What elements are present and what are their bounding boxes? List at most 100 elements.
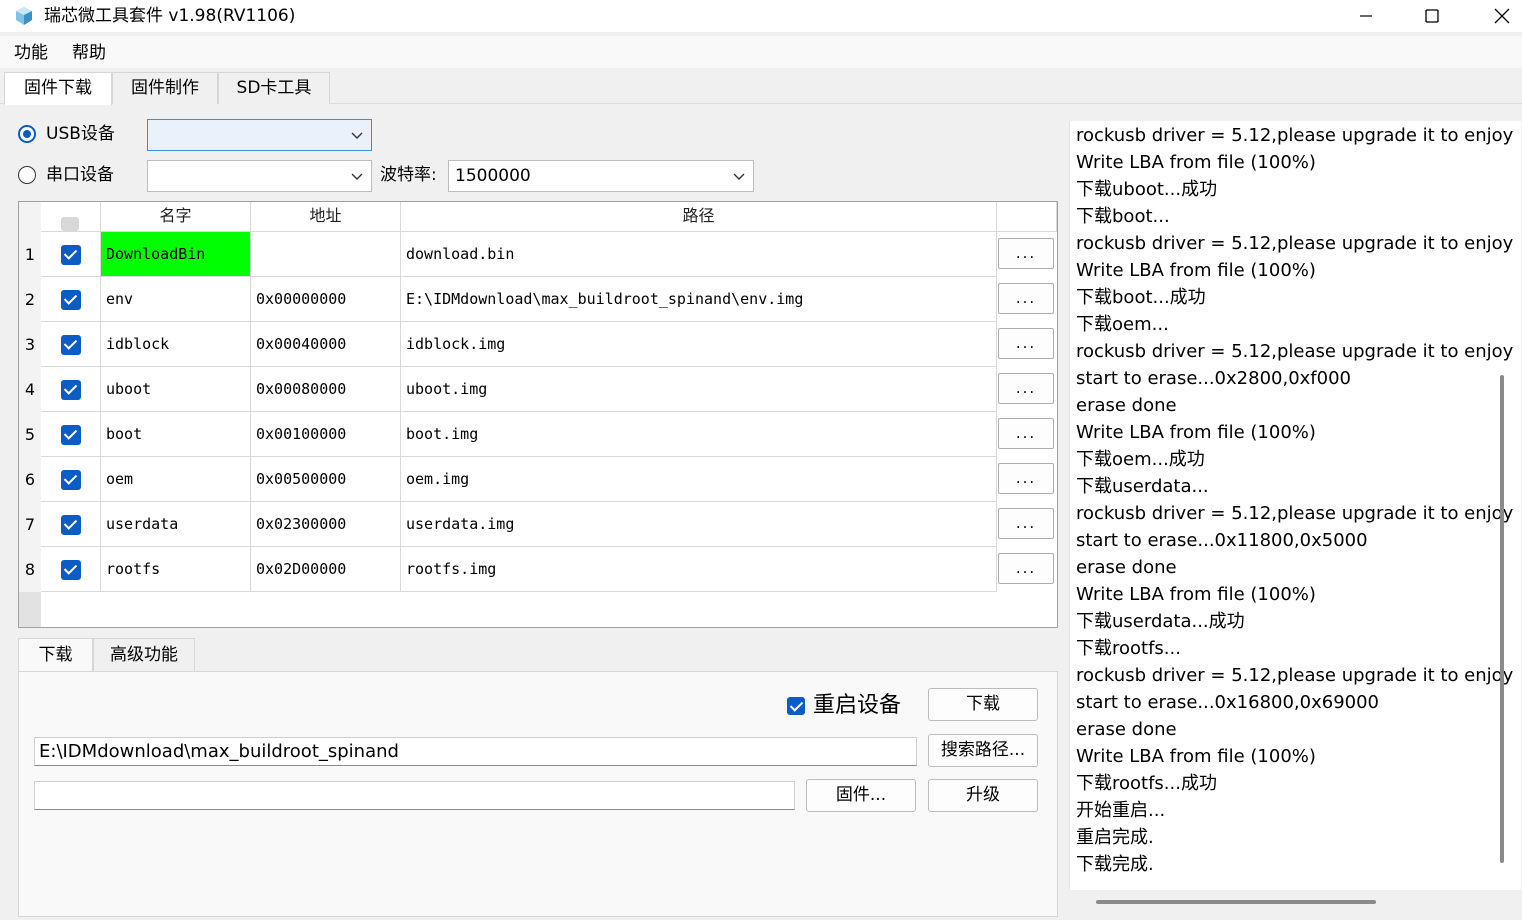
log-line: rockusb driver = 5.12,please upgrade it …: [1076, 665, 1514, 686]
log-line: rockusb driver = 5.12,please upgrade it …: [1076, 503, 1514, 524]
select-all-checkbox[interactable]: [61, 217, 79, 231]
maximize-icon: [1425, 9, 1439, 23]
path-cell[interactable]: rootfs.img: [401, 547, 997, 592]
address-cell[interactable]: [251, 232, 401, 277]
menu-function[interactable]: 功能: [14, 40, 48, 66]
log-line: erase done: [1076, 719, 1177, 740]
usb-device-select[interactable]: [147, 119, 372, 151]
reboot-label: 重启设备: [813, 693, 902, 718]
firmware-table: 名字 地址 路径 1 DownloadBin download.bin ... …: [18, 201, 1058, 628]
firmware-path-input[interactable]: E:\IDMdownload\max_buildroot_spinand: [34, 737, 917, 766]
browse-button[interactable]: ...: [998, 508, 1054, 539]
browse-button[interactable]: ...: [998, 418, 1054, 449]
log-line: start to erase...0x16800,0x69000: [1076, 692, 1380, 713]
browse-button[interactable]: ...: [998, 283, 1054, 314]
name-cell[interactable]: uboot: [101, 367, 251, 412]
browse-button[interactable]: ...: [998, 373, 1054, 404]
row-number: 5: [24, 425, 36, 444]
upgrade-button[interactable]: 升级: [928, 779, 1038, 812]
name-cell[interactable]: rootfs: [101, 547, 251, 592]
row-checkbox[interactable]: [61, 425, 81, 445]
name-cell[interactable]: boot: [101, 412, 251, 457]
log-panel[interactable]: rockusb driver = 5.12,please upgrade it …: [1069, 121, 1521, 916]
browse-button[interactable]: ...: [998, 328, 1054, 359]
maximize-button[interactable]: [1396, 0, 1468, 32]
log-line: 下载userdata...成功: [1076, 611, 1245, 632]
name-cell[interactable]: idblock: [101, 322, 251, 367]
row-checkbox[interactable]: [61, 290, 81, 310]
browse-button[interactable]: ...: [998, 553, 1054, 584]
row-number: 8: [24, 560, 36, 579]
header-path: 路径: [401, 202, 997, 232]
row-checkbox[interactable]: [61, 515, 81, 535]
name-cell[interactable]: DownloadBin: [101, 232, 251, 277]
row-checkbox[interactable]: [61, 380, 81, 400]
row-checkbox[interactable]: [61, 560, 81, 580]
log-line: rockusb driver = 5.12,please upgrade it …: [1076, 341, 1514, 362]
tab-download[interactable]: 下载: [18, 638, 93, 672]
address-cell[interactable]: 0x00000000: [251, 277, 401, 322]
select-all-header[interactable]: [41, 202, 101, 232]
row-number: 2: [24, 290, 36, 309]
name-cell[interactable]: oem: [101, 457, 251, 502]
path-cell[interactable]: download.bin: [401, 232, 997, 277]
header-address: 地址: [251, 202, 401, 232]
usb-device-radio[interactable]: [18, 125, 36, 143]
search-path-button[interactable]: 搜索路径...: [928, 734, 1038, 767]
app-icon: [16, 7, 32, 25]
checkbox-cell: [41, 367, 101, 412]
path-cell[interactable]: idblock.img: [401, 322, 997, 367]
row-checkbox[interactable]: [61, 245, 81, 265]
tab-firmware-download[interactable]: 固件下载: [4, 72, 112, 105]
log-line: 下载userdata...: [1076, 476, 1209, 497]
name-cell[interactable]: userdata: [101, 502, 251, 547]
checkbox-cell: [41, 412, 101, 457]
tab-sd-card-tool[interactable]: SD卡工具: [218, 72, 330, 104]
path-cell[interactable]: E:\IDMdownload\max_buildroot_spinand\env…: [401, 277, 997, 322]
baud-rate-value: 1500000: [455, 166, 531, 186]
minimize-icon: [1360, 15, 1372, 17]
log-line: start to erase...0x11800,0x5000: [1076, 530, 1368, 551]
browse-button[interactable]: ...: [998, 238, 1054, 269]
firmware-file-input[interactable]: [34, 781, 795, 810]
log-hscroll-track: [1069, 890, 1522, 920]
address-cell[interactable]: 0x00500000: [251, 457, 401, 502]
log-line: rockusb driver = 5.12,please upgrade it …: [1076, 233, 1514, 254]
path-cell[interactable]: userdata.img: [401, 502, 997, 547]
path-cell[interactable]: uboot.img: [401, 367, 997, 412]
menu-bar: [0, 36, 1522, 68]
tab-advanced[interactable]: 高级功能: [93, 638, 195, 671]
log-line: 重启完成.: [1076, 827, 1154, 848]
row-checkbox[interactable]: [61, 470, 81, 490]
chevron-down-icon: [351, 173, 363, 180]
log-line: erase done: [1076, 557, 1177, 578]
close-button[interactable]: [1466, 0, 1522, 32]
address-cell[interactable]: 0x00080000: [251, 367, 401, 412]
checkbox-cell: [41, 232, 101, 277]
path-cell[interactable]: oem.img: [401, 457, 997, 502]
address-cell[interactable]: 0x00100000: [251, 412, 401, 457]
log-line: rockusb driver = 5.12,please upgrade it …: [1076, 125, 1514, 146]
row-checkbox[interactable]: [61, 335, 81, 355]
browse-button[interactable]: ...: [998, 463, 1054, 494]
log-vertical-scrollbar[interactable]: [1500, 375, 1504, 863]
baud-rate-select[interactable]: 1500000: [448, 160, 754, 192]
address-cell[interactable]: 0x02300000: [251, 502, 401, 547]
name-cell[interactable]: env: [101, 277, 251, 322]
minimize-button[interactable]: [1330, 0, 1402, 32]
row-number: 4: [24, 380, 36, 399]
menu-help[interactable]: 帮助: [72, 40, 106, 66]
close-icon: [1494, 8, 1510, 24]
tab-firmware-make[interactable]: 固件制作: [112, 72, 218, 104]
reboot-checkbox[interactable]: [787, 697, 805, 715]
serial-device-radio[interactable]: [18, 166, 36, 184]
download-button[interactable]: 下载: [928, 688, 1038, 721]
address-cell[interactable]: 0x00040000: [251, 322, 401, 367]
address-cell[interactable]: 0x02D00000: [251, 547, 401, 592]
log-line: Write LBA from file (100%): [1076, 584, 1316, 605]
firmware-button[interactable]: 固件...: [806, 779, 916, 812]
path-cell[interactable]: boot.img: [401, 412, 997, 457]
log-horizontal-scrollbar[interactable]: [1096, 900, 1376, 904]
serial-device-select[interactable]: [147, 160, 372, 192]
checkbox-cell: [41, 457, 101, 502]
